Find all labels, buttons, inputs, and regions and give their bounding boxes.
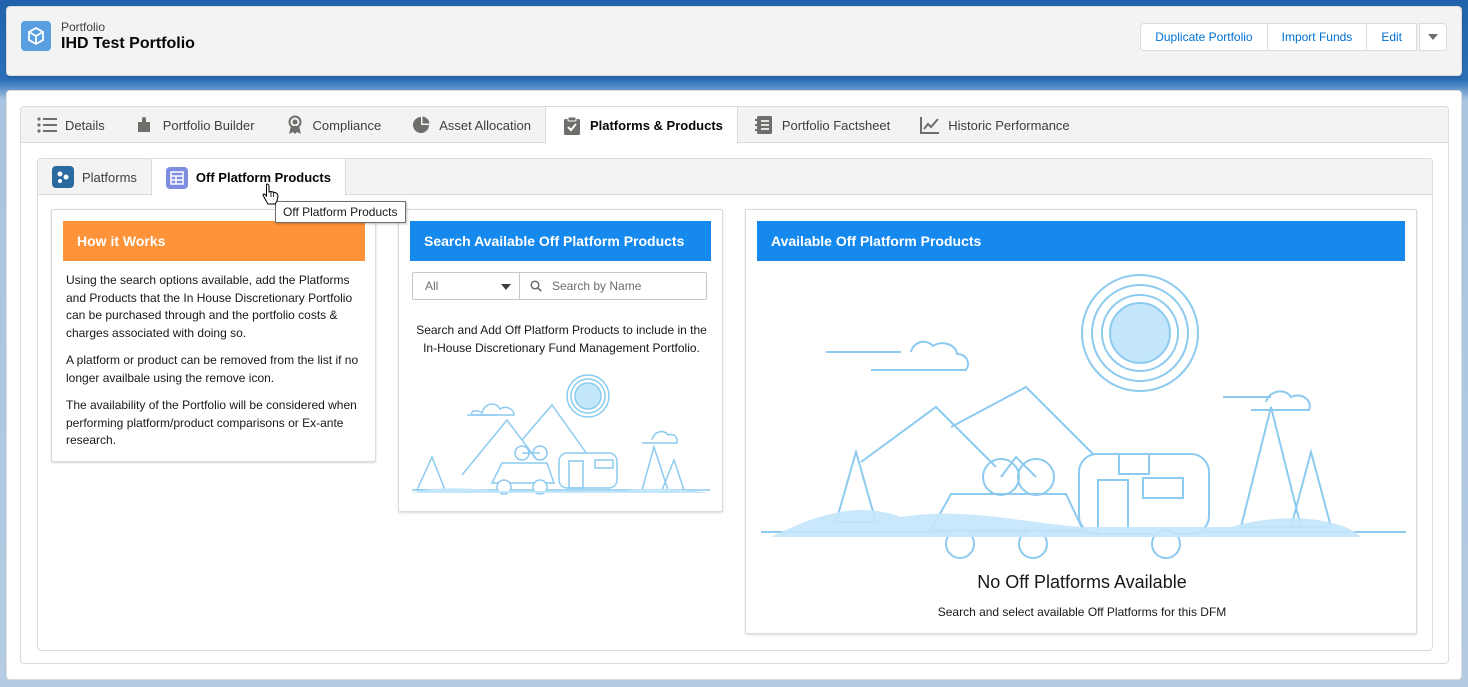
empty-state-subtitle: Search and select available Off Platform…: [937, 605, 1227, 619]
tab-bar: Details Portfolio Builder Compliance Ass…: [21, 107, 1448, 144]
how-it-works-body: Using the search options available, add …: [66, 272, 364, 460]
record-header: Portfolio IHD Test Portfolio Duplicate P…: [6, 6, 1462, 76]
line-chart-icon: [920, 115, 940, 135]
subtab-platforms[interactable]: Platforms: [38, 159, 151, 195]
edit-button[interactable]: Edit: [1366, 23, 1417, 51]
tab-compliance[interactable]: Compliance: [269, 107, 396, 143]
search-hint: Search and Add Off Platform Products to …: [416, 323, 707, 355]
camping-illustration-large: [761, 274, 1406, 559]
how-it-works-header: How it Works: [63, 221, 365, 261]
tab-label: Platforms & Products: [589, 118, 723, 133]
tab-portfolio-factsheet[interactable]: Portfolio Factsheet: [738, 107, 904, 143]
how-it-works-paragraph: A platform or product can be removed fro…: [66, 353, 359, 385]
tab-historic-performance[interactable]: Historic Performance: [904, 107, 1083, 143]
hand-cursor-icon: [262, 183, 279, 205]
subtab-label: Platforms: [82, 169, 137, 185]
tab-label: Historic Performance: [948, 117, 1070, 133]
how-it-works-card: How it Works Using the search options av…: [51, 209, 376, 462]
page-title: IHD Test Portfolio: [61, 35, 195, 52]
subtab-off-platform-products[interactable]: Off Platform Products: [150, 159, 346, 196]
search-input[interactable]: Search by Name: [520, 273, 706, 299]
record-type-label: Portfolio: [61, 20, 106, 34]
tab-label: Details: [65, 117, 105, 133]
tab-platforms-products[interactable]: Platforms & Products: [544, 107, 738, 144]
how-it-works-paragraph: The availability of the Portfolio will b…: [66, 398, 357, 447]
search-icon: [530, 280, 542, 292]
tab-label: Portfolio Factsheet: [781, 117, 891, 133]
import-funds-button[interactable]: Import Funds: [1266, 23, 1368, 51]
tab-portfolio-builder[interactable]: Portfolio Builder: [119, 107, 269, 143]
portfolio-object-icon: [21, 21, 51, 51]
puzzle-icon: [135, 115, 155, 135]
tab-label: Portfolio Builder: [162, 117, 255, 133]
filter-value: All: [425, 279, 439, 293]
tab-label: Compliance: [312, 117, 382, 133]
filter-select[interactable]: All: [413, 273, 520, 299]
ribbon-icon: [285, 115, 305, 135]
camping-illustration: [412, 374, 710, 495]
available-card: Available Off Platform Products No Off P…: [745, 209, 1417, 634]
header-actions: Duplicate Portfolio Import Funds Edit: [1140, 23, 1447, 51]
chevron-down-icon: [501, 284, 511, 290]
clipboard-check-icon: [562, 116, 582, 136]
search-card: Search Available Off Platform Products A…: [398, 209, 723, 512]
pie-chart-icon: [411, 115, 431, 135]
search-placeholder: Search by Name: [552, 279, 642, 293]
duplicate-portfolio-button[interactable]: Duplicate Portfolio: [1140, 23, 1268, 51]
empty-state-title: No Off Platforms Available: [977, 572, 1187, 592]
list-icon: [37, 115, 57, 135]
more-actions-button[interactable]: [1419, 23, 1447, 51]
tab-details[interactable]: Details: [21, 107, 119, 143]
search-row: All Search by Name: [412, 272, 707, 300]
table-icon: [165, 166, 188, 189]
available-header: Available Off Platform Products: [757, 221, 1405, 261]
platforms-icon: [52, 166, 74, 188]
sub-tab-bar: Platforms Off Platform Products: [38, 159, 1432, 196]
notebook-icon: [754, 115, 774, 135]
how-it-works-paragraph: Using the search options available, add …: [66, 273, 353, 340]
chevron-down-icon: [1428, 33, 1438, 40]
tab-label: Asset Allocation: [439, 117, 531, 133]
tab-asset-allocation[interactable]: Asset Allocation: [395, 107, 545, 143]
tooltip: Off Platform Products: [275, 201, 406, 223]
search-header: Search Available Off Platform Products: [410, 221, 711, 261]
